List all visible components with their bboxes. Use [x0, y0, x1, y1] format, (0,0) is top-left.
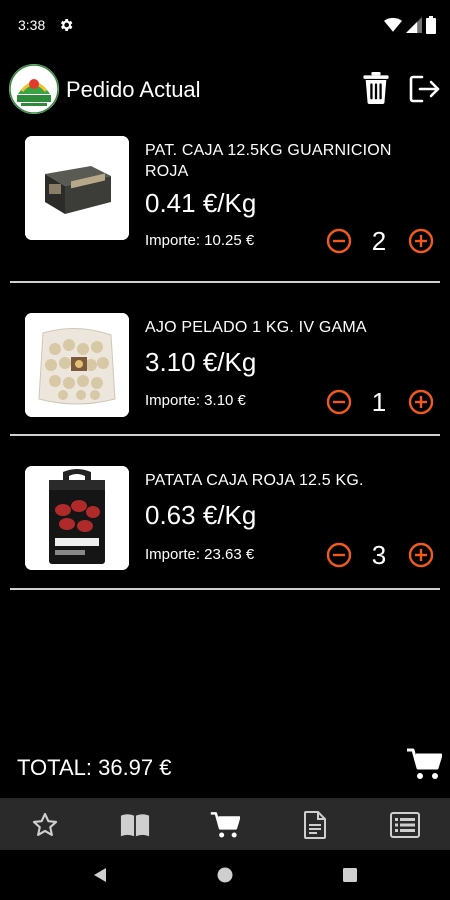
- back-button[interactable]: [92, 867, 108, 883]
- product-name: PATATA CAJA ROJA 12.5 KG.: [145, 472, 364, 489]
- cart-icon: [210, 812, 240, 838]
- status-bar: 3:38: [0, 0, 450, 52]
- decrease-quantity-button[interactable]: [326, 542, 352, 568]
- battery-icon: [426, 16, 436, 39]
- nav-cart[interactable]: [210, 810, 240, 840]
- increase-quantity-button[interactable]: [408, 389, 434, 415]
- nav-orders-list[interactable]: [390, 810, 420, 840]
- order-list: PAT. CAJA 12.5KG GUARNICION ROJA 0.41 €/…: [0, 130, 450, 590]
- quantity-value: 3: [371, 540, 387, 570]
- quantity-value: 1: [371, 387, 387, 417]
- app-logo: [9, 64, 59, 114]
- star-icon: [32, 812, 58, 836]
- minus-circle-icon: [326, 389, 352, 415]
- list-item[interactable]: PAT. CAJA 12.5KG GUARNICION ROJA 0.41 €/…: [10, 130, 440, 283]
- nav-favorites[interactable]: [30, 810, 60, 840]
- nav-documents[interactable]: [300, 810, 330, 840]
- product-importe: Importe: 10.25 €: [145, 232, 255, 249]
- trash-icon: [363, 72, 389, 104]
- recents-square-icon: [343, 868, 357, 882]
- plus-circle-icon: [408, 542, 434, 568]
- recents-button[interactable]: [342, 867, 358, 883]
- logout-button[interactable]: [408, 74, 442, 104]
- increase-quantity-button[interactable]: [408, 542, 434, 568]
- list-icon: [390, 812, 420, 838]
- app-bar: Pedido Actual: [0, 62, 450, 118]
- trash-button[interactable]: [362, 72, 390, 104]
- system-navigation-bar: [0, 850, 450, 900]
- order-total: TOTAL: 36.97 €: [17, 755, 172, 780]
- list-item[interactable]: PATATA CAJA ROJA 12.5 KG. 0.63 €/Kg Impo…: [10, 436, 440, 590]
- decrease-quantity-button[interactable]: [326, 228, 352, 254]
- wifi-icon: [384, 17, 402, 38]
- document-icon: [304, 811, 326, 839]
- minus-circle-icon: [326, 228, 352, 254]
- product-price: 0.41 €/Kg: [145, 188, 257, 218]
- plus-circle-icon: [408, 228, 434, 254]
- page-title: Pedido Actual: [66, 77, 201, 102]
- book-icon: [120, 814, 150, 837]
- bottom-nav: [0, 798, 450, 850]
- product-image: [25, 136, 129, 240]
- product-importe: Importe: 3.10 €: [145, 392, 246, 409]
- status-icons: [384, 16, 436, 39]
- product-price: 0.63 €/Kg: [145, 500, 257, 530]
- logout-icon: [409, 75, 440, 103]
- signal-icon: [406, 17, 422, 38]
- decrease-quantity-button[interactable]: [326, 389, 352, 415]
- home-circle-icon: [217, 867, 233, 883]
- product-price: 3.10 €/Kg: [145, 347, 257, 377]
- back-triangle-icon: [94, 868, 106, 882]
- product-name: PAT. CAJA 12.5KG GUARNICION ROJA: [145, 142, 392, 180]
- nav-catalog[interactable]: [120, 810, 150, 840]
- product-image: [25, 466, 129, 570]
- quantity-value: 2: [371, 226, 387, 256]
- plus-circle-icon: [408, 389, 434, 415]
- product-importe: Importe: 23.63 €: [145, 546, 255, 563]
- status-time: 3:38: [18, 17, 46, 33]
- checkout-cart-button[interactable]: [406, 747, 443, 781]
- home-button[interactable]: [217, 867, 233, 883]
- product-name: AJO PELADO 1 KG. IV GAMA: [145, 319, 367, 336]
- cart-icon: [407, 748, 443, 779]
- product-image: [25, 313, 129, 417]
- list-item[interactable]: AJO PELADO 1 KG. IV GAMA 3.10 €/Kg Impor…: [10, 283, 440, 436]
- minus-circle-icon: [326, 542, 352, 568]
- increase-quantity-button[interactable]: [408, 228, 434, 254]
- gear-icon: [58, 17, 74, 33]
